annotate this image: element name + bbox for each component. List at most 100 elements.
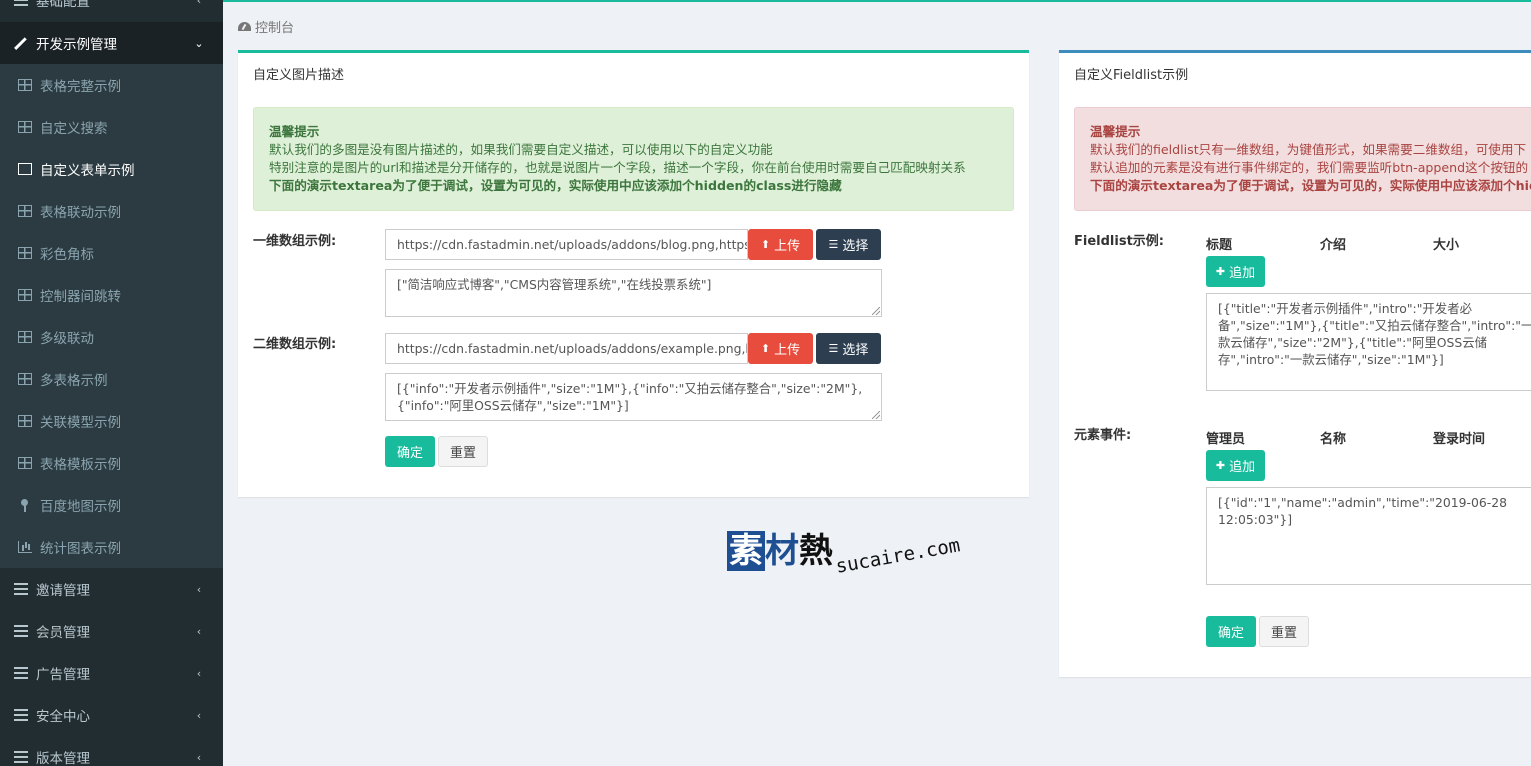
append-label: 追加 <box>1229 460 1256 475</box>
sidebar-item[interactable]: 控制器间跳转 <box>0 274 223 316</box>
table-icon <box>18 457 32 469</box>
textarea-value: ["简洁响应式博客","CMS内容管理系统","在线投票系统"] <box>397 277 712 292</box>
alert-line: 默认我们的fieldlist只有一维数组，为键值形式，如果需要二维数组，可使用下 <box>1090 142 1527 157</box>
sidebar-item-label: 广告管理 <box>36 667 90 683</box>
table-icon <box>18 373 32 385</box>
sidebar-item[interactable]: 开发示例管理 ⌄ <box>0 22 223 64</box>
sidebar-item-label: 表格完整示例 <box>40 79 121 95</box>
events-label: 元素事件: <box>1074 428 1132 443</box>
alert-line: 下面的演示textarea为了便于调试，设置为可见的，实际使用中应该添加个hid… <box>269 178 842 193</box>
one-dim-textarea[interactable]: ["简洁响应式博客","CMS内容管理系统","在线投票系统"] <box>385 269 882 317</box>
upload-label: 上传 <box>774 239 801 254</box>
submit-button[interactable]: 确定 <box>385 436 435 467</box>
table-icon <box>18 415 32 427</box>
magic-wand-icon <box>14 37 28 49</box>
table-icon <box>18 205 32 217</box>
textarea-value: [{"title":"开发者示例插件","intro":"开发者必备","siz… <box>1218 301 1531 367</box>
logo-url: sucaire.com <box>834 534 962 578</box>
sidebar-item[interactable]: 表格模板示例 <box>0 442 223 484</box>
sidebar-item-label: 版本管理 <box>36 751 90 766</box>
sidebar-item-label: 关联模型示例 <box>40 415 121 431</box>
reset-button[interactable]: 重置 <box>438 436 488 467</box>
logo-char: 材 <box>765 531 799 571</box>
custom-fieldlist-panel: 自定义Fieldlist示例 温馨提示 默认我们的fieldlist只有一维数组… <box>1059 50 1531 677</box>
col-admin: 管理员 <box>1206 432 1246 447</box>
table-icon <box>18 121 32 133</box>
custom-image-desc-panel: 自定义图片描述 温馨提示 默认我们的多图是没有图片描述的，如果我们需要自定义描述… <box>238 50 1029 497</box>
sidebar-item[interactable]: 百度地图示例 <box>0 484 223 526</box>
resize-grip-icon[interactable] <box>872 411 880 419</box>
list-icon <box>14 667 28 679</box>
col-name: 名称 <box>1320 432 1347 447</box>
col-size: 大小 <box>1433 238 1460 253</box>
two-dim-url-input[interactable]: https://cdn.fastadmin.net/uploads/addons… <box>385 333 748 364</box>
logo-char: 熱 <box>799 531 833 571</box>
upload-icon: ⬆ <box>760 238 771 251</box>
one-dim-url-input[interactable]: https://cdn.fastadmin.net/uploads/addons… <box>385 229 748 260</box>
sidebar-item-label: 邀请管理 <box>36 583 90 599</box>
upload-icon: ⬆ <box>760 342 771 355</box>
sidebar-item[interactable]: 统计图表示例 <box>0 526 223 568</box>
bar-chart-icon <box>18 541 32 553</box>
sidebar-item-label: 自定义表单示例 <box>40 163 135 179</box>
list-icon: ☰ <box>828 238 839 251</box>
sidebar-item[interactable]: 表格完整示例 <box>0 64 223 106</box>
sidebar-item[interactable]: 彩色角标 <box>0 232 223 274</box>
fieldlist-label: Fieldlist示例: <box>1074 234 1164 249</box>
resize-grip-icon[interactable] <box>872 307 880 315</box>
sidebar-item[interactable]: 表格联动示例 <box>0 190 223 232</box>
append-button[interactable]: ✚ 追加 <box>1206 256 1265 287</box>
sidebar-item[interactable]: 多表格示例 <box>0 358 223 400</box>
sidebar-item-label: 表格模板示例 <box>40 457 121 473</box>
sidebar-item-label: 表格联动示例 <box>40 205 121 221</box>
sidebar-item[interactable]: 广告管理 ‹ <box>0 652 223 694</box>
sidebar-item-label: 多表格示例 <box>40 373 108 389</box>
dashboard-icon <box>238 22 251 31</box>
choose-button[interactable]: ☰ 选择 <box>816 333 881 364</box>
plus-icon: ✚ <box>1215 265 1226 278</box>
sidebar-item[interactable]: 多级联动 <box>0 316 223 358</box>
sidebar-item[interactable]: 邀请管理 ‹ <box>0 568 223 610</box>
choose-button[interactable]: ☰ 选择 <box>816 229 881 260</box>
sidebar-item-label: 开发示例管理 <box>36 37 117 53</box>
sidebar: 基础配置 ‹ 开发示例管理 ⌄ 表格完整示例 自定义搜索 自定义表单示例 表格联动示例 彩色角标… <box>0 0 223 766</box>
sidebar-item[interactable]: 自定义搜索 <box>0 106 223 148</box>
choose-label: 选择 <box>842 343 869 358</box>
chevron-left-icon: ‹ <box>196 666 202 680</box>
upload-button[interactable]: ⬆ 上传 <box>748 333 813 364</box>
edit-icon <box>18 163 32 175</box>
list-icon <box>14 709 28 721</box>
tips-alert: 温馨提示 默认我们的多图是没有图片描述的，如果我们需要自定义描述，可以使用以下的… <box>253 107 1014 211</box>
sidebar-item-label: 多级联动 <box>40 331 94 347</box>
submit-button[interactable]: 确定 <box>1206 616 1256 647</box>
alert-line: 下面的演示textarea为了便于调试，设置为可见的，实际使用中应该添加个hid <box>1090 178 1531 193</box>
two-dim-textarea[interactable]: [{"info":"开发者示例插件","size":"1M"},{"info":… <box>385 373 882 421</box>
reset-button[interactable]: 重置 <box>1259 616 1309 647</box>
sidebar-item[interactable]: 基础配置 ‹ <box>0 0 223 21</box>
sidebar-item-label: 基础配置 <box>36 0 90 10</box>
list-icon <box>14 0 28 6</box>
sidebar-item[interactable]: 安全中心 ‹ <box>0 694 223 736</box>
chevron-left-icon: ‹ <box>196 582 202 596</box>
append-button[interactable]: ✚ 追加 <box>1206 450 1265 481</box>
breadcrumb-label: 控制台 <box>255 21 295 36</box>
alert-line: 默认追加的元素是没有进行事件绑定的，我们需要监听btn-append这个按钮的 <box>1090 160 1529 175</box>
table-icon <box>18 247 32 259</box>
sidebar-item[interactable]: 会员管理 ‹ <box>0 610 223 652</box>
breadcrumb[interactable]: 控制台 <box>238 17 294 36</box>
fieldlist-textarea[interactable]: [{"title":"开发者示例插件","intro":"开发者必备","siz… <box>1206 293 1531 391</box>
upload-button[interactable]: ⬆ 上传 <box>748 229 813 260</box>
watermark-logo: 素 材 熱 sucaire.com <box>727 531 962 578</box>
col-login-time: 登录时间 <box>1433 432 1486 447</box>
chevron-left-icon: ‹ <box>196 750 202 764</box>
top-accent-line <box>223 0 1531 2</box>
logo-char: 素 <box>727 531 765 571</box>
sidebar-item[interactable]: 自定义表单示例 <box>0 148 223 190</box>
sidebar-item[interactable]: 版本管理 ‹ <box>0 736 223 766</box>
col-intro: 介绍 <box>1320 238 1347 253</box>
sidebar-item-label: 会员管理 <box>36 625 90 641</box>
sidebar-item-label: 彩色角标 <box>40 247 94 263</box>
events-textarea[interactable]: [{"id":"1","name":"admin","time":"2019-0… <box>1206 487 1531 585</box>
sidebar-item[interactable]: 关联模型示例 <box>0 400 223 442</box>
plus-icon: ✚ <box>1215 459 1226 472</box>
